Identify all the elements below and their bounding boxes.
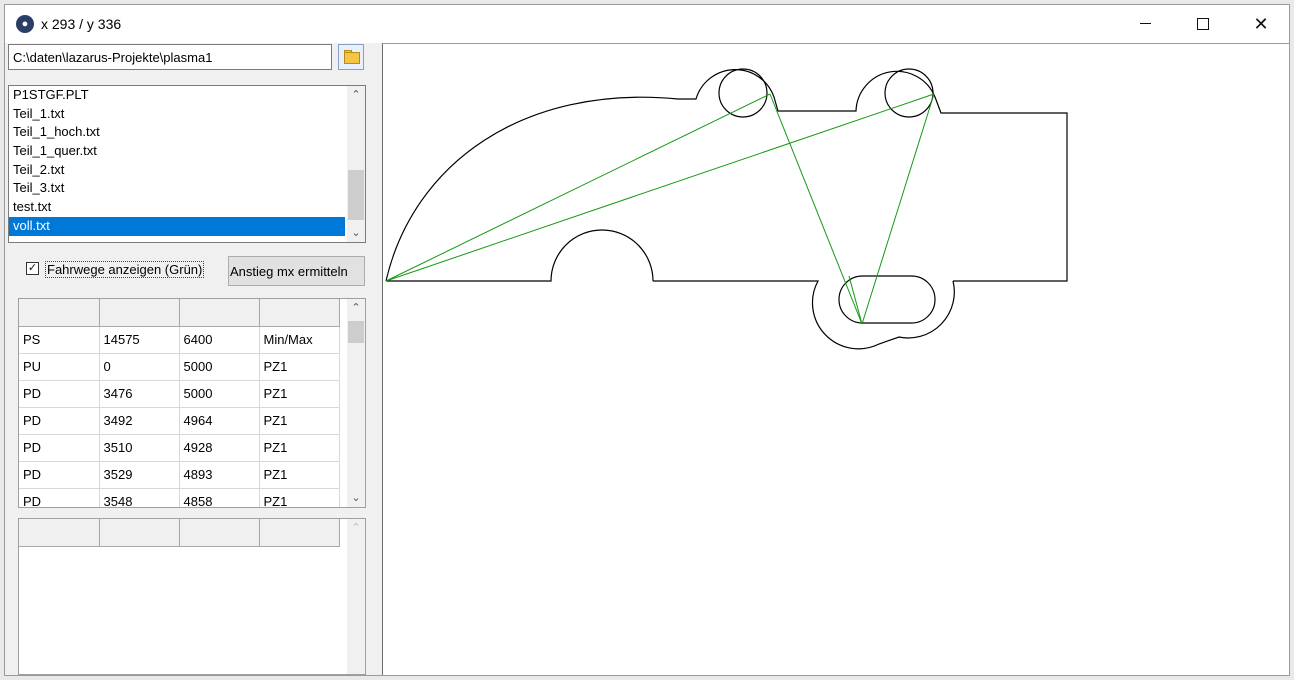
table-cell[interactable]: 14575 [99,326,180,354]
travel-line [385,93,771,282]
scroll-up-icon[interactable]: ⌃ [347,86,365,104]
table-cell[interactable]: PU [19,353,100,381]
file-list-item[interactable]: Teil_1_hoch.txt [9,123,345,142]
table-cell[interactable]: 3510 [99,434,180,462]
close-icon: ✕ [1253,14,1269,34]
scroll-down-icon[interactable]: ⌄ [347,489,365,507]
table-row[interactable]: PD 3510 4928 PZ1 [19,434,340,462]
browse-folder-button[interactable] [338,44,364,70]
app-window: ● x 293 / y 336 ✕ P1STGF.PLT Teil_1.txt … [4,4,1290,676]
travel-line [861,93,935,325]
part-drawing [385,68,1068,350]
table-row[interactable]: PS 14575 6400 Min/Max [19,326,340,354]
table-cell[interactable]: 3492 [99,407,180,435]
table-cell[interactable]: 4964 [179,407,260,435]
scrollbar-thumb[interactable] [348,170,364,220]
title-bar: ● x 293 / y 336 ✕ [5,5,1289,43]
outline-top-edge [678,69,1068,282]
column-header[interactable] [19,519,100,547]
file-list-item-selected[interactable]: voll.txt [9,216,345,236]
column-header[interactable] [99,299,180,327]
directory-path-input[interactable] [8,44,332,70]
column-header[interactable] [179,519,260,547]
window-title: x 293 / y 336 [41,16,122,32]
paw-icon[interactable]: ● [16,15,34,33]
show-paths-checkbox[interactable]: ✓ [26,262,39,275]
travel-line [769,93,863,325]
table-cell[interactable]: 3476 [99,380,180,408]
hole-right [884,68,934,118]
command-table[interactable]: PS 14575 6400 Min/Max PU 0 5000 PZ1 PD 3… [18,298,366,508]
table-row[interactable]: PU 0 5000 PZ1 [19,353,340,381]
secondary-table[interactable]: ⌃ [18,518,366,675]
file-list-item[interactable]: Teil_1_quer.txt [9,142,345,161]
file-list-item[interactable]: test.txt [9,198,345,217]
outline-lower-tab [653,280,955,350]
file-list[interactable]: P1STGF.PLT Teil_1.txt Teil_1_hoch.txt Te… [8,85,366,243]
table-cell[interactable]: 3529 [99,461,180,489]
column-header[interactable] [259,519,340,547]
travel-paths [385,93,935,325]
table-cell[interactable]: 5000 [179,380,260,408]
client-area: P1STGF.PLT Teil_1.txt Teil_1_hoch.txt Te… [5,43,1289,675]
secondary-table-scrollbar[interactable]: ⌃ [347,519,365,674]
table-cell[interactable]: 0 [99,353,180,381]
file-list-item[interactable]: Teil_3.txt [9,179,345,198]
file-list-item[interactable]: Teil_2.txt [9,161,345,180]
table-cell[interactable]: Min/Max [259,326,340,354]
table-cell[interactable]: PS [19,326,100,354]
column-header[interactable] [259,299,340,327]
travel-line [385,93,935,282]
part-outline [385,68,1068,350]
table-row[interactable]: PD 3548 4858 PZ1 [19,488,340,507]
command-table-scrollbar[interactable]: ⌃ ⌄ [347,299,365,507]
close-button[interactable]: ✕ [1232,5,1290,43]
maximize-icon [1197,17,1209,30]
outline-dome-arc [385,96,679,282]
table-cell[interactable]: 4893 [179,461,260,489]
table-cell[interactable]: PZ1 [259,380,340,408]
table-cell[interactable]: PD [19,488,100,507]
drawing-canvas[interactable] [382,43,1289,675]
table-cell[interactable]: PD [19,380,100,408]
column-header[interactable] [179,299,260,327]
table-cell[interactable]: PZ1 [259,353,340,381]
maximize-button[interactable] [1174,5,1232,43]
table-header-row [19,519,340,547]
table-cell[interactable]: PD [19,434,100,462]
table-cell[interactable]: 3548 [99,488,180,507]
table-cell[interactable]: PZ1 [259,434,340,462]
outline-bottom-notch [386,229,654,282]
table-row[interactable]: PD 3529 4893 PZ1 [19,461,340,489]
table-cell[interactable]: 5000 [179,353,260,381]
table-header-row [19,299,340,327]
scroll-up-icon[interactable]: ⌃ [347,299,365,317]
file-list-scrollbar[interactable]: ⌃ ⌄ [347,86,365,242]
scroll-up-icon[interactable]: ⌃ [347,519,365,537]
file-list-item[interactable]: Teil_1.txt [9,105,345,124]
table-cell[interactable]: 4928 [179,434,260,462]
table-cell[interactable]: 6400 [179,326,260,354]
travel-line [848,275,863,325]
slot [838,275,936,324]
table-cell[interactable]: PZ1 [259,488,340,507]
file-list-item[interactable]: P1STGF.PLT [9,86,345,105]
table-cell[interactable]: PZ1 [259,461,340,489]
table-cell[interactable]: PD [19,407,100,435]
determine-slope-button[interactable]: Anstieg mx ermitteln [228,256,365,286]
column-header[interactable] [99,519,180,547]
table-row[interactable]: PD 3492 4964 PZ1 [19,407,340,435]
minimize-button[interactable] [1116,5,1174,43]
table-cell[interactable]: PZ1 [259,407,340,435]
minimize-icon [1139,23,1151,25]
table-cell[interactable]: 4858 [179,488,260,507]
table-row[interactable]: PD 3476 5000 PZ1 [19,380,340,408]
scrollbar-thumb[interactable] [348,321,364,343]
scroll-down-icon[interactable]: ⌄ [347,224,365,242]
column-header[interactable] [19,299,100,327]
table-cell[interactable]: PD [19,461,100,489]
show-paths-label[interactable]: Fahrwege anzeigen (Grün) [45,261,205,278]
hole-left [718,68,768,118]
